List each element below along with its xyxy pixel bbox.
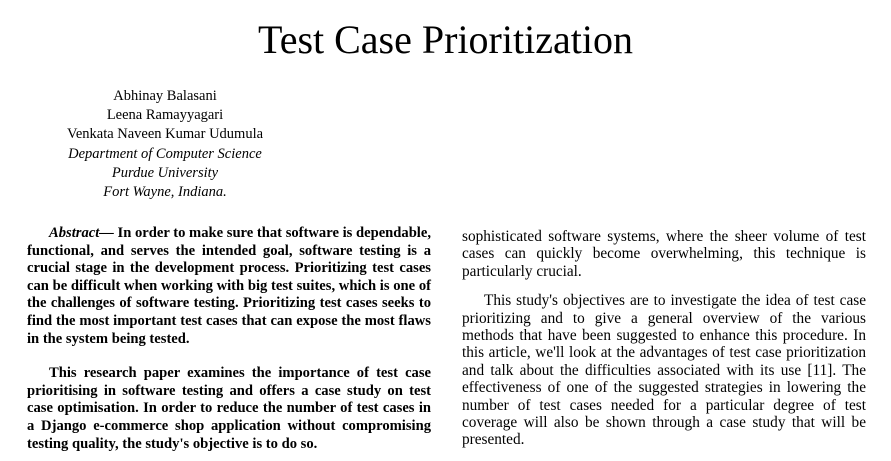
author-block: Abhinay Balasani Leena Ramayyagari Venka… (40, 87, 290, 202)
author-university: Purdue University (111, 164, 219, 181)
author-department: Department of Computer Science (68, 145, 262, 162)
abstract-paragraph: Abstract— In order to make sure that sof… (27, 225, 431, 348)
author-name: Venkata Naveen Kumar Udumula (66, 126, 264, 143)
author-name: Leena Ramayyagari (106, 107, 224, 124)
body-paragraph-1: sophisticated software systems, where th… (462, 228, 866, 280)
abstract-paragraph-2: This research paper examines the importa… (27, 365, 431, 452)
left-column: Abstract— In order to make sure that sof… (27, 225, 431, 453)
abstract-text: In order to make sure that software is d… (27, 225, 431, 347)
author-location: Fort Wayne, Indiana. (103, 184, 227, 201)
body-paragraph-2: This study's objectives are to investiga… (462, 292, 866, 449)
right-column: sophisticated software systems, where th… (462, 228, 866, 449)
author-name: Abhinay Balasani (113, 88, 217, 104)
paper-title: Test Case Prioritization (258, 17, 633, 62)
abstract-lead: Abstract— (49, 225, 114, 241)
